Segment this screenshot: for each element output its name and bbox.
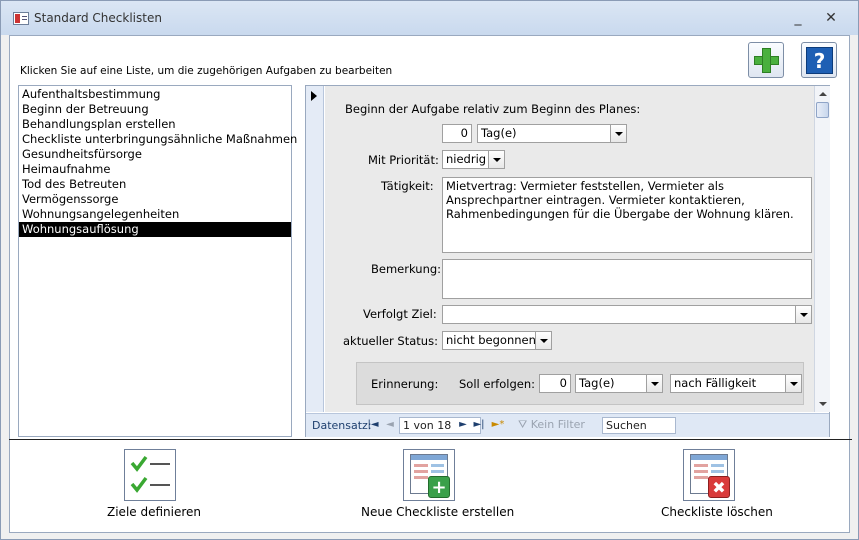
form-icon xyxy=(13,12,29,25)
list-item[interactable]: Tod des Betreuten xyxy=(19,177,291,192)
reminder-relation-select[interactable]: nach Fälligkeit xyxy=(670,374,802,393)
define-goals-label: Ziele definieren xyxy=(107,505,202,519)
icon-part xyxy=(411,455,447,460)
filter-label: Kein Filter xyxy=(530,418,585,431)
reminder-when-label: Soll erfolgen: xyxy=(459,377,536,391)
chevron-down-icon[interactable] xyxy=(535,332,551,349)
chevron-down-icon[interactable] xyxy=(488,151,504,168)
first-record-button[interactable]: |◄ xyxy=(367,418,379,432)
chevron-down-icon[interactable] xyxy=(610,125,626,142)
icon-part xyxy=(431,464,444,467)
title-bar: Standard Checklisten _ ✕ xyxy=(1,1,858,35)
status-label: aktueller Status: xyxy=(343,334,438,348)
list-item-selected[interactable]: Wohnungsauflösung xyxy=(19,222,291,237)
start-offset-field[interactable]: 0 xyxy=(442,124,472,143)
filter-icon: ⛛ xyxy=(518,418,531,431)
record-selector[interactable] xyxy=(306,86,324,412)
checklist-list[interactable]: Aufenthaltsbestimmung Beginn der Betreuu… xyxy=(18,85,297,437)
goal-select[interactable] xyxy=(442,305,812,324)
icon-part xyxy=(694,476,708,479)
app-window: Standard Checklisten _ ✕ Klicken Sie auf… xyxy=(0,0,859,540)
icon-part xyxy=(711,470,724,473)
reminder-relation-value: nach Fälligkeit xyxy=(674,376,757,390)
task-detail: Beginn der Aufgabe relativ zum Beginn de… xyxy=(325,86,814,412)
icon-part xyxy=(431,470,444,473)
reminder-offset-field[interactable]: 0 xyxy=(539,374,571,393)
start-unit-value: Tag(e) xyxy=(481,126,517,140)
remark-label: Bemerkung: xyxy=(371,262,442,276)
navigator-caption: Datensatz: xyxy=(312,419,372,432)
reminder-unit-value: Tag(e) xyxy=(579,376,615,390)
delete-checklist-button[interactable]: ✖ xyxy=(683,449,735,501)
previous-record-button[interactable]: ◄ xyxy=(384,418,396,432)
start-label: Beginn der Aufgabe relativ zum Beginn de… xyxy=(345,102,641,116)
delete-checklist-label: Checkliste löschen xyxy=(661,505,773,519)
icon-part xyxy=(694,464,708,467)
list-item[interactable]: Vermögenssorge xyxy=(19,192,291,207)
list-item[interactable]: Behandlungsplan erstellen xyxy=(19,117,291,132)
start-unit-select[interactable]: Tag(e) xyxy=(477,124,627,143)
scroll-thumb[interactable] xyxy=(816,102,829,118)
status-select[interactable]: nicht begonnen xyxy=(442,331,552,350)
status-value: nicht begonnen xyxy=(446,333,536,347)
current-record-icon xyxy=(311,91,317,101)
close-button[interactable]: ✕ xyxy=(819,9,843,27)
activity-label: Tätigkeit: xyxy=(381,179,434,193)
last-record-button[interactable]: ►| xyxy=(473,418,485,432)
task-subform: Beginn der Aufgabe relativ zum Beginn de… xyxy=(305,85,830,437)
list-item[interactable]: Aufenthaltsbestimmung xyxy=(19,87,291,102)
reminder-label: Erinnerung: xyxy=(371,377,439,391)
minimize-button[interactable]: _ xyxy=(786,9,810,27)
priority-value: niedrig xyxy=(446,152,487,166)
plus-icon-vertical xyxy=(762,48,771,73)
priority-label: Mit Priorität: xyxy=(368,153,439,167)
icon-part xyxy=(711,464,724,467)
next-record-button[interactable]: ► xyxy=(457,418,469,432)
new-checklist-label: Neue Checkliste erstellen xyxy=(361,505,515,519)
scroll-up-icon[interactable] xyxy=(815,86,830,101)
filter-button[interactable]: ⛛ Kein Filter xyxy=(518,418,585,432)
search-input[interactable]: Suchen xyxy=(602,417,676,434)
list-item[interactable]: Wohnungsangelegenheiten xyxy=(19,207,291,222)
add-button[interactable] xyxy=(748,42,784,78)
record-navigator: Datensatz: |◄ ◄ 1 von 18 ► ►| ►* ⛛ Kein … xyxy=(306,413,829,437)
list-item[interactable]: Beginn der Betreuung xyxy=(19,102,291,117)
reminder-group: Erinnerung: Soll erfolgen: 0 Tag(e) nach… xyxy=(356,362,804,405)
window-title: Standard Checklisten xyxy=(34,11,162,25)
goal-label: Verfolgt Ziel: xyxy=(363,307,437,321)
priority-select[interactable]: niedrig xyxy=(442,150,505,169)
scroll-down-icon[interactable] xyxy=(815,397,830,412)
delete-icon: ✖ xyxy=(708,476,730,498)
list-item[interactable]: Gesundheitsfürsorge xyxy=(19,147,291,162)
icon-part xyxy=(414,476,428,479)
checklist-icon xyxy=(130,455,170,493)
instruction-text: Klicken Sie auf eine Liste, um die zugeh… xyxy=(20,65,393,77)
chevron-down-icon[interactable] xyxy=(785,375,801,392)
new-checklist-button[interactable]: + xyxy=(403,449,455,501)
help-button[interactable]: ? xyxy=(801,42,837,78)
activity-field[interactable]: Mietvertrag: Vermieter feststellen, Verm… xyxy=(442,177,812,253)
vertical-scrollbar[interactable] xyxy=(814,86,830,412)
plus-icon: + xyxy=(428,476,450,498)
chevron-down-icon[interactable] xyxy=(646,375,662,392)
icon-part xyxy=(694,470,708,473)
icon-part xyxy=(414,470,428,473)
define-goals-button[interactable] xyxy=(124,449,176,501)
reminder-unit-select[interactable]: Tag(e) xyxy=(575,374,663,393)
list-item[interactable]: Checkliste unterbringungsähnliche Maßnah… xyxy=(19,132,297,147)
divider xyxy=(9,439,852,440)
new-record-button[interactable]: ►* xyxy=(490,418,506,432)
icon-part xyxy=(691,455,727,460)
chevron-down-icon[interactable] xyxy=(795,306,811,323)
help-icon: ? xyxy=(806,47,833,74)
list-item[interactable]: Heimaufnahme xyxy=(19,162,291,177)
icon-part xyxy=(414,464,428,467)
remark-field[interactable] xyxy=(442,259,812,299)
